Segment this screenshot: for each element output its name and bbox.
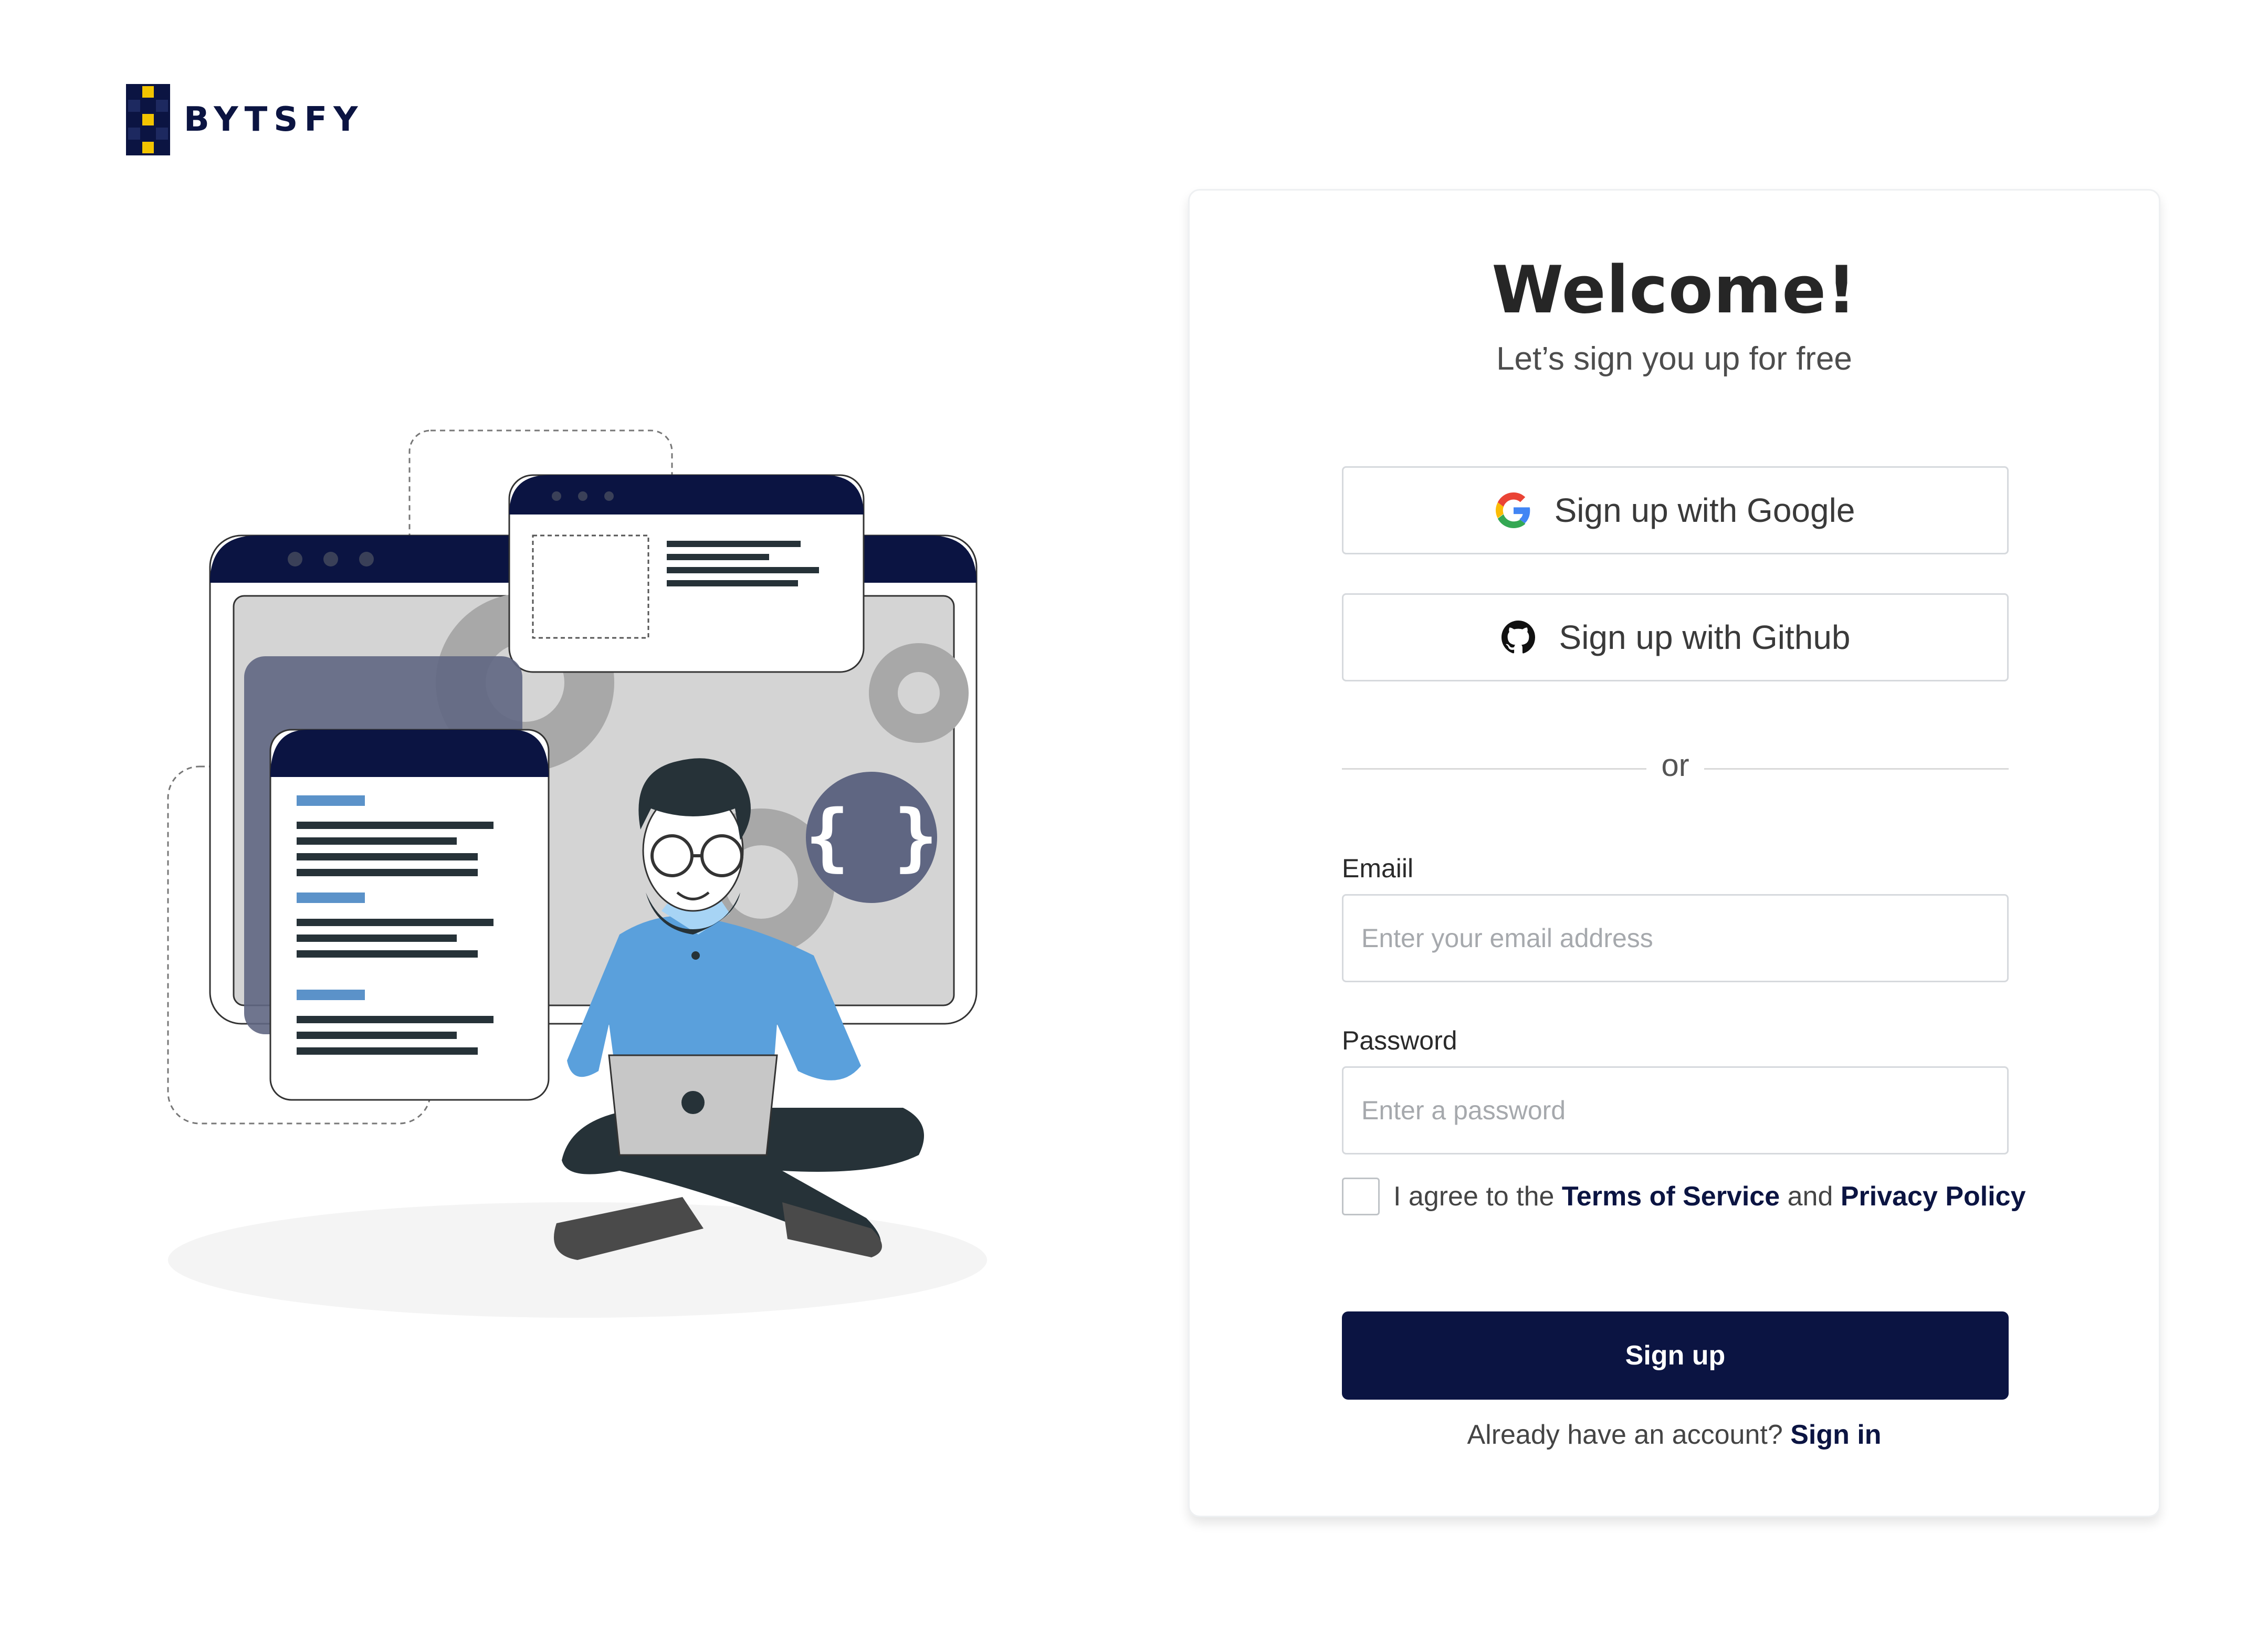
- email-label: Emaiil: [1342, 854, 1414, 883]
- terms-prefix: I agree to the: [1393, 1181, 1555, 1212]
- google-signup-label: Sign up with Google: [1554, 491, 1855, 529]
- page-title: Welcome!: [1492, 253, 1857, 328]
- terms-text: I agree to the Terms of Service and Priv…: [1393, 1181, 2026, 1212]
- divider-line-right: [1704, 768, 2009, 770]
- signup-card: Welcome! Let’s sign you up for free Sign…: [1188, 189, 2160, 1517]
- developer-illustration: { }: [167, 429, 987, 1318]
- terms-agreement: I agree to the Terms of Service and Priv…: [1342, 1178, 2026, 1215]
- hero-illustration: { }: [158, 410, 1018, 1334]
- logo-mark-icon: [126, 84, 170, 155]
- sign-in-link[interactable]: Sign in: [1790, 1420, 1881, 1450]
- github-signup-button[interactable]: Sign up with Github: [1342, 593, 2009, 681]
- signin-prompt: Already have an account?: [1467, 1420, 1783, 1450]
- email-field[interactable]: [1342, 894, 2009, 982]
- page-subtitle: Let’s sign you up for free: [1496, 341, 1852, 377]
- google-signup-button[interactable]: Sign up with Google: [1342, 466, 2009, 554]
- terms-checkbox[interactable]: [1342, 1178, 1380, 1215]
- github-signup-label: Sign up with Github: [1559, 618, 1851, 656]
- terms-and: and: [1787, 1181, 1833, 1212]
- privacy-policy-link[interactable]: Privacy Policy: [1841, 1181, 2026, 1212]
- sign-up-button[interactable]: Sign up: [1342, 1311, 2009, 1400]
- password-label: Password: [1342, 1026, 1457, 1055]
- brand-logo[interactable]: BYTSFY: [126, 84, 364, 155]
- svg-text:{ }: { }: [805, 794, 938, 880]
- divider-text: or: [1661, 748, 1689, 783]
- github-icon: [1500, 620, 1536, 655]
- or-divider: or: [1342, 742, 2009, 794]
- brand-name: BYTSFY: [184, 100, 364, 139]
- google-icon: [1495, 492, 1531, 528]
- signin-prompt-row: Already have an account? Sign in: [1190, 1419, 2159, 1451]
- password-field[interactable]: [1342, 1066, 2009, 1154]
- terms-of-service-link[interactable]: Terms of Service: [1562, 1181, 1780, 1212]
